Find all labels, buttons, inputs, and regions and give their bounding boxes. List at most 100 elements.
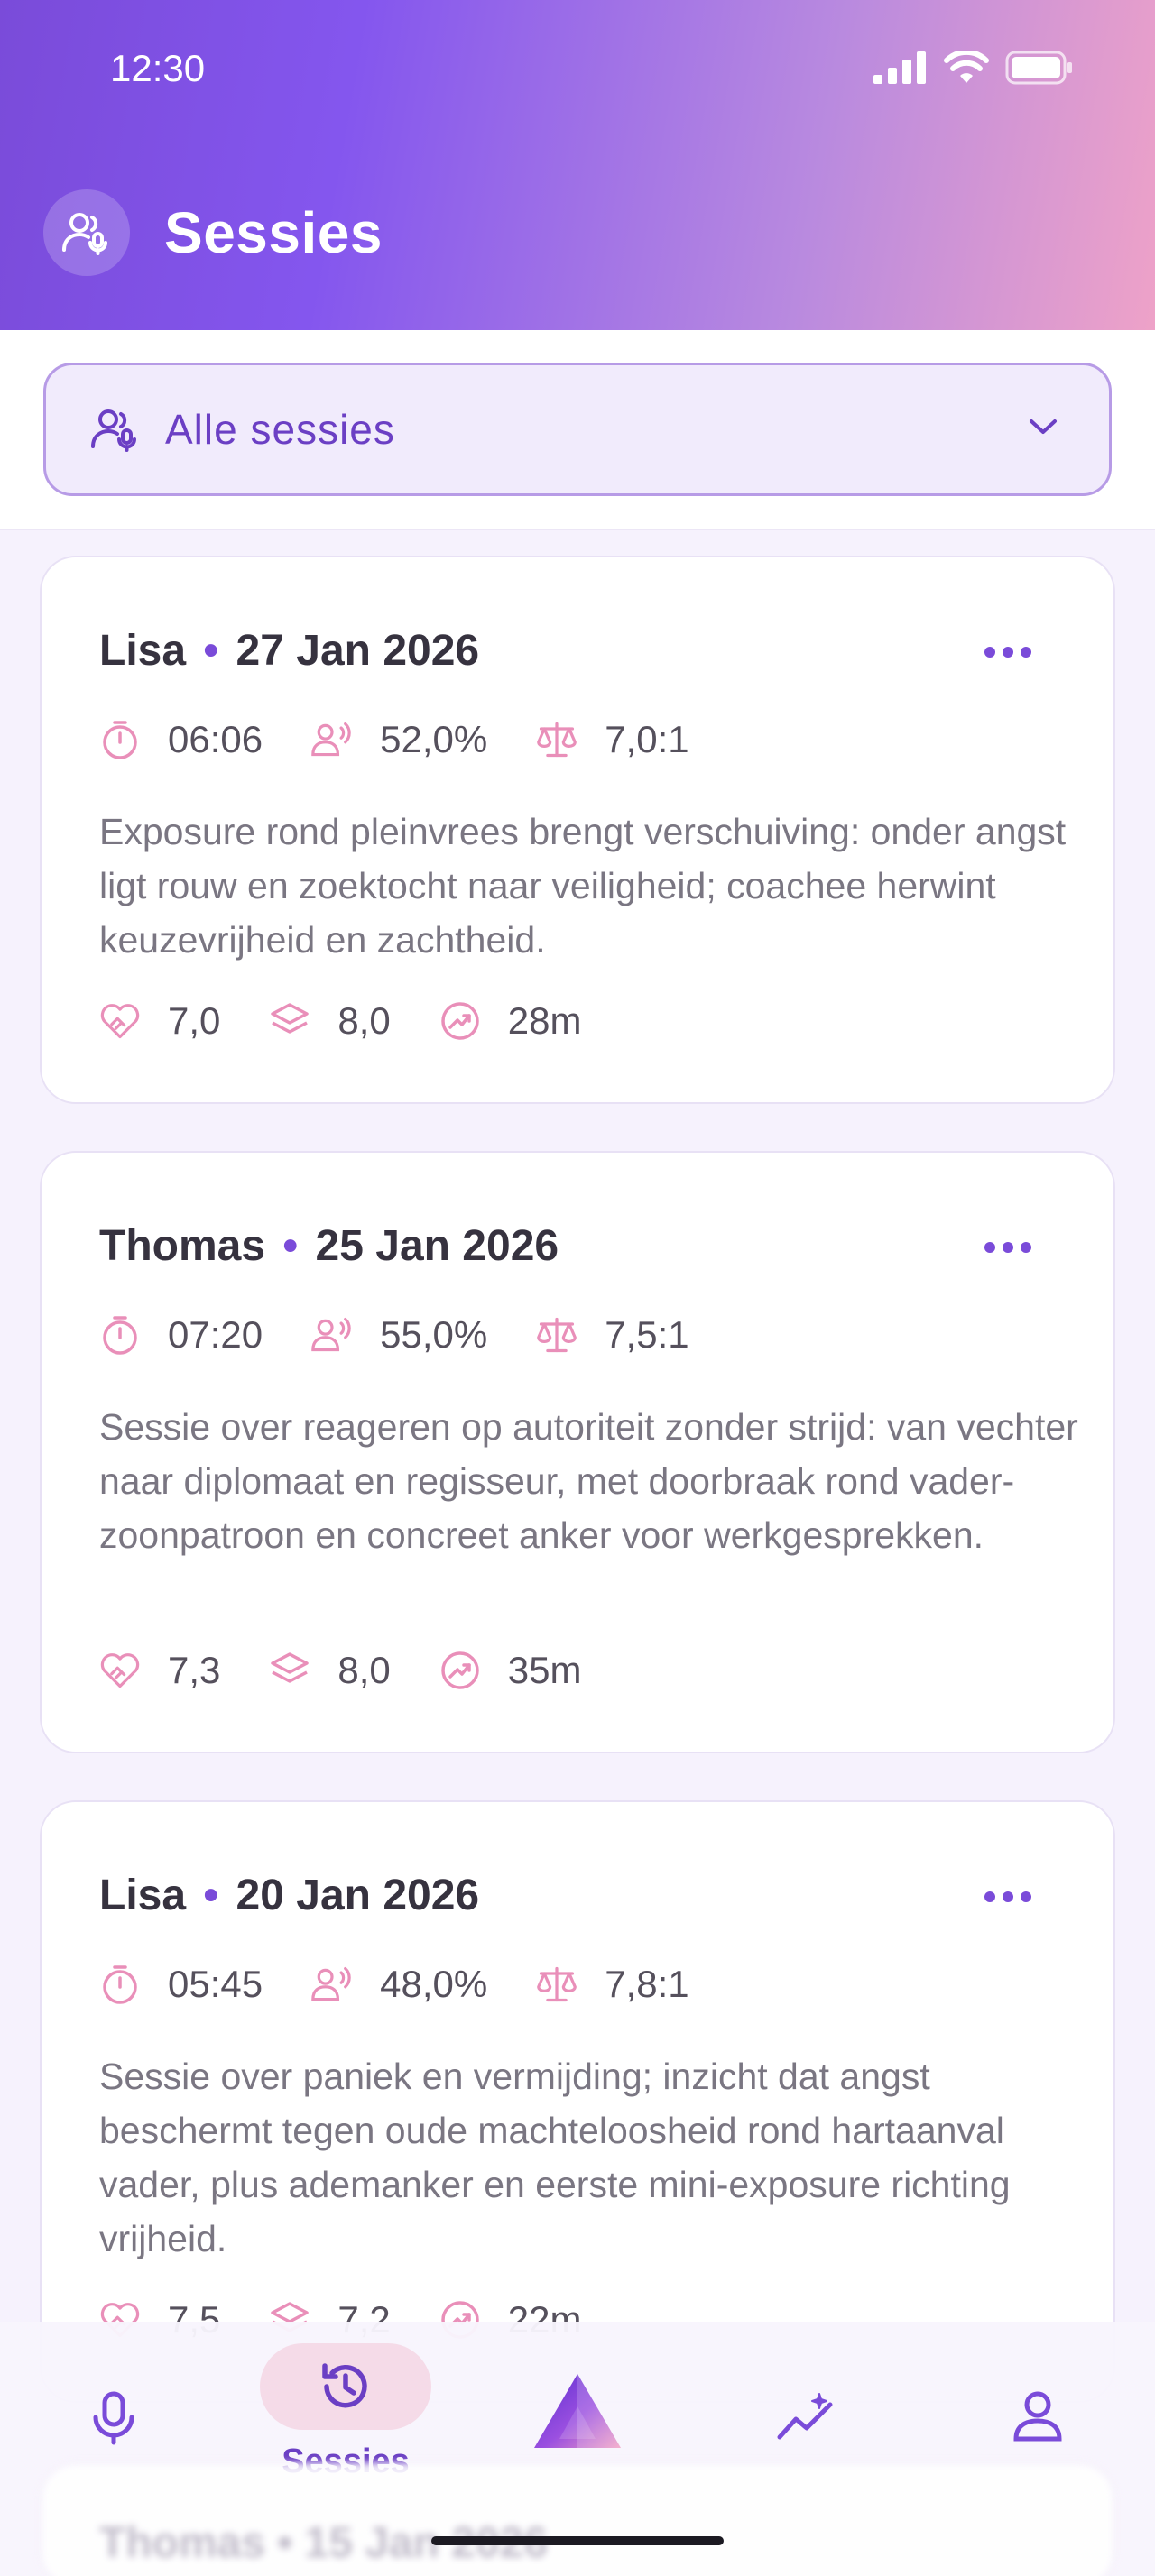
session-client-name: Thomas [99,1222,266,1270]
speaking-stat: 55,0% [311,1313,487,1357]
sessions-header-icon [43,189,130,276]
scale-icon [536,1964,578,2005]
speaking-stat: 48,0% [311,1963,487,2006]
app-header: 12:30 Sessies [0,0,1155,330]
page-title: Sessies [164,200,383,265]
layers-icon [269,1000,310,1042]
chevron-down-icon [1030,419,1057,434]
depth-stat: 8,0 [269,1649,391,1692]
trend-up-icon [439,1000,481,1042]
more-options-icon[interactable] [984,1891,1032,1903]
session-client-name: Lisa [99,1872,187,1919]
speaking-person-icon [311,1314,353,1356]
nav-profile[interactable] [1011,2388,1065,2444]
session-scores: 7,3 8,0 35m [99,1649,630,1692]
duration-value: 06:06 [168,718,263,760]
duration-stat: 05:45 [99,1963,263,2006]
title-separator: • [282,1222,299,1270]
title-separator: • [203,1872,219,1919]
progress-stat: 35m [439,1649,582,1692]
duration-stat: 07:20 [99,1313,263,1357]
speaking-percentage: 48,0% [380,1963,488,2005]
depth-score: 8,0 [337,999,391,1042]
header-title-row: Sessies [43,189,383,276]
microphone-icon [93,2391,134,2445]
trend-up-icon [439,1650,481,1691]
scale-icon [536,1314,578,1356]
ratio-value: 7,5:1 [605,1313,689,1356]
home-indicator [431,2536,724,2545]
users-mic-icon [91,409,136,452]
filter-bar: Alle sessies [0,330,1155,530]
nav-insights[interactable] [776,2390,837,2444]
user-icon [1013,2391,1062,2442]
session-title: Lisa • 20 Jan 2026 [99,1871,479,1920]
stopwatch-icon [99,1964,141,2005]
ratio-value: 7,0:1 [605,718,689,760]
nav-sessions-pill [260,2343,431,2430]
cellular-signal-icon [873,51,926,84]
session-date: 25 Jan 2026 [315,1222,559,1270]
speaking-percentage: 52,0% [380,718,488,760]
session-summary: Sessie over reageren op autoriteit zonde… [99,1406,1078,1556]
more-options-icon[interactable] [984,646,1032,658]
session-summary: Sessie over paniek en vermijding; inzich… [99,2056,1011,2259]
next-session-card-blurred: Thomas • 15 Jan 2026 [40,2462,1115,2576]
depth-stat: 8,0 [269,999,391,1043]
session-stats: 06:06 52,0% 7,0:1 [99,718,738,761]
session-title: Lisa • 27 Jan 2026 [99,626,479,676]
rapport-score: 7,0 [168,999,221,1042]
more-options-icon[interactable] [984,1241,1032,1254]
progress-stat: 28m [439,999,582,1043]
sparkle-chart-icon [777,2393,833,2440]
ratio-stat: 7,5:1 [536,1313,689,1357]
title-separator: • [203,627,219,675]
duration-value: 07:20 [168,1313,263,1356]
battery-icon [1005,51,1072,85]
session-stats: 05:45 48,0% 7,8:1 [99,1963,738,2006]
session-client-name: Lisa [99,627,187,675]
stopwatch-icon [99,719,141,760]
session-filter-dropdown[interactable]: Alle sessies [43,363,1112,496]
status-icons [873,51,1074,85]
session-date: 27 Jan 2026 [236,627,480,675]
session-card[interactable]: Thomas • 25 Jan 2026 07:20 55,0% 7,5:1 S… [40,1151,1115,1753]
rapport-stat: 7,3 [99,1649,220,1692]
ratio-stat: 7,8:1 [536,1963,689,2006]
status-time: 12:30 [110,47,206,89]
nav-sessions[interactable]: Sessies [260,2343,431,2481]
handshake-heart-icon [99,1000,141,1042]
progress-value: 35m [507,1649,582,1691]
rapport-stat: 7,0 [99,999,220,1043]
speaking-person-icon [311,719,353,760]
layers-icon [269,1650,310,1691]
nav-home[interactable] [531,2370,624,2453]
handshake-heart-icon [99,1650,141,1691]
speaking-stat: 52,0% [311,718,487,761]
history-icon [322,2363,367,2408]
session-date: 20 Jan 2026 [236,1872,480,1919]
filter-label: Alle sessies [165,406,395,453]
ratio-stat: 7,0:1 [536,718,689,761]
rapport-score: 7,3 [168,1649,221,1691]
session-card[interactable]: Lisa • 27 Jan 2026 06:06 52,0% 7,0:1 Exp… [40,556,1115,1104]
nav-record[interactable] [85,2388,143,2446]
session-stats: 07:20 55,0% 7,5:1 [99,1313,738,1357]
duration-stat: 06:06 [99,718,263,761]
session-title: Thomas • 25 Jan 2026 [99,1221,559,1271]
speaking-percentage: 55,0% [380,1313,488,1356]
ratio-value: 7,8:1 [605,1963,689,2005]
session-summary: Exposure rond pleinvrees brengt verschui… [99,811,1067,961]
title-separator: • [277,2519,293,2567]
speaking-person-icon [311,1964,353,2005]
duration-value: 05:45 [168,1963,263,2005]
depth-score: 8,0 [337,1649,391,1691]
wifi-icon [944,51,989,83]
progress-value: 28m [507,999,582,1042]
scale-icon [536,719,578,760]
session-client-name: Thomas [99,2519,266,2567]
session-card[interactable]: Lisa • 20 Jan 2026 05:45 48,0% 7,8:1 Ses… [40,1800,1115,2403]
stopwatch-icon [99,1314,141,1356]
session-scores: 7,0 8,0 28m [99,999,630,1043]
app-logo-icon [534,2374,621,2448]
